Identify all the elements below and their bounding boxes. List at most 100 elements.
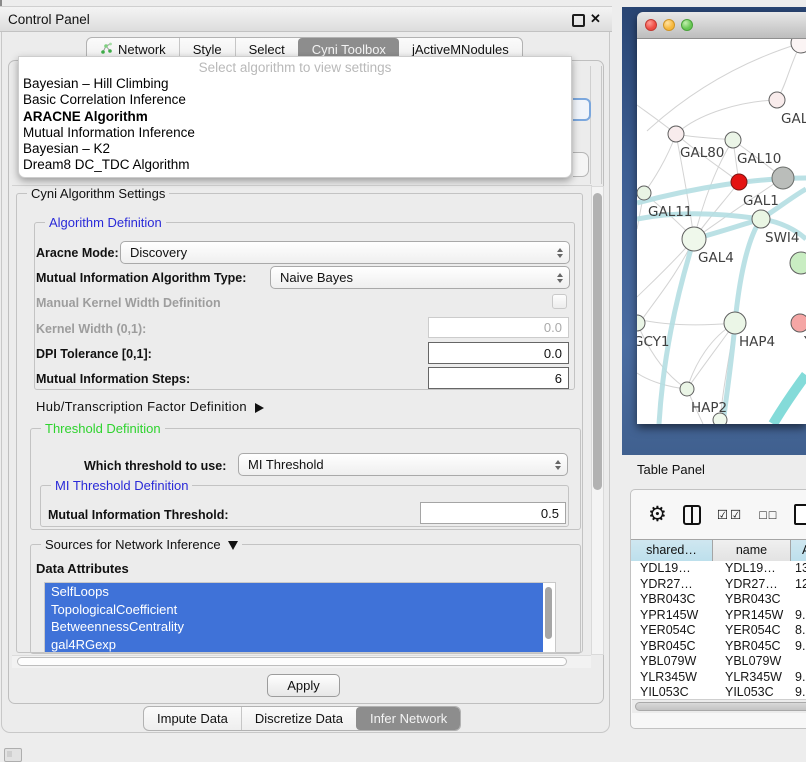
- node-label-gal11: GAL11: [648, 204, 692, 220]
- table-panel-title: Table Panel: [637, 462, 705, 477]
- cell: YPR145W: [713, 608, 791, 624]
- cell: YBR045C: [713, 639, 791, 655]
- minimize-window-icon[interactable]: [663, 19, 675, 31]
- table-row[interactable]: YBR043CYBR043C: [631, 592, 806, 608]
- cell: 9.: [791, 639, 806, 655]
- dpi-tolerance-field[interactable]: [428, 342, 569, 364]
- combo-fragment[interactable]: [573, 152, 589, 177]
- table-header-row: shared…nameA: [631, 539, 806, 561]
- aracne-mode-value: Discovery: [121, 245, 551, 260]
- which-threshold-value: MI Threshold: [239, 457, 549, 472]
- network-node[interactable]: [772, 167, 794, 189]
- aracne-mode-select[interactable]: Discovery: [120, 241, 570, 264]
- hub-definition-toggle[interactable]: Hub/Transcription Factor Definition: [36, 399, 264, 414]
- network-node-hap4[interactable]: [724, 312, 746, 334]
- which-threshold-select[interactable]: MI Threshold: [238, 453, 568, 476]
- combo-arrows-icon: [551, 273, 569, 283]
- table-row[interactable]: YER054CYER054C8.: [631, 623, 806, 639]
- algorithm-option-mutual-information-inference[interactable]: Mutual Information Inference: [19, 125, 571, 141]
- group-title: MI Threshold Definition: [51, 478, 192, 493]
- table-row[interactable]: YDL19…YDL19…13: [631, 561, 806, 577]
- tab-impute-data[interactable]: Impute Data: [144, 707, 241, 730]
- node-label-swi4: SWI4: [765, 230, 800, 246]
- select-all-icon[interactable]: [717, 507, 743, 522]
- algorithm-option-aracne-algorithm[interactable]: ARACNE Algorithm: [19, 109, 571, 125]
- tab-discretize-data[interactable]: Discretize Data: [241, 707, 356, 730]
- tab-label: Network: [118, 42, 166, 57]
- mi-steps-label: Mutual Information Steps:: [36, 372, 190, 386]
- zoom-window-icon[interactable]: [681, 19, 693, 31]
- network-node-gal[interactable]: [769, 92, 785, 108]
- network-node-gal1[interactable]: [731, 174, 747, 190]
- algorithm-option-bayesian-hill-climbing[interactable]: Bayesian – Hill Climbing: [19, 76, 571, 92]
- network-node-gal11[interactable]: [637, 186, 651, 200]
- focused-combo-fragment[interactable]: [573, 98, 591, 121]
- column-header-shared[interactable]: shared…: [631, 540, 713, 562]
- divider: [590, 66, 591, 184]
- list-scrollbar[interactable]: [545, 587, 552, 639]
- table-row[interactable]: YBR045CYBR045C9.: [631, 639, 806, 655]
- minimized-panel-icon[interactable]: [4, 748, 22, 762]
- column-header-a[interactable]: A: [791, 540, 806, 562]
- cell: YBR043C: [631, 592, 713, 608]
- bottom-tab-bar: Impute DataDiscretize DataInfer Network: [143, 706, 461, 731]
- attribute-option-topologicalcoefficient[interactable]: TopologicalCoefficient: [45, 601, 543, 619]
- network-node-y[interactable]: [791, 314, 806, 332]
- column-header-name[interactable]: name: [713, 540, 791, 562]
- mi-type-value: Naive Bayes: [271, 270, 551, 285]
- cell: YBR045C: [631, 639, 713, 655]
- cell: YIL053C: [713, 685, 791, 699]
- node-label-hap2: HAP2: [691, 400, 727, 416]
- network-node[interactable]: [791, 39, 806, 53]
- table-row[interactable]: YIL053CYIL053C9.: [631, 685, 806, 699]
- network-window: GALGAL80GAL10GAL1GAL11SWI4GAL4GCY1HAP4YH…: [637, 12, 806, 424]
- algorithm-popup-list: Bayesian – Hill ClimbingBasic Correlatio…: [19, 76, 571, 174]
- scrollbar-thumb[interactable]: [17, 657, 567, 666]
- settings-horizontal-scrollbar[interactable]: [12, 655, 591, 668]
- network-window-titlebar[interactable]: [637, 12, 806, 39]
- tab-label: Cyni Toolbox: [312, 42, 386, 57]
- mi-steps-field[interactable]: [428, 367, 569, 389]
- attribute-option-selfloops[interactable]: SelfLoops: [45, 583, 543, 601]
- deselect-all-icon[interactable]: [759, 508, 778, 522]
- table-horizontal-scrollbar[interactable]: [632, 699, 806, 713]
- network-node[interactable]: [790, 252, 806, 274]
- collapse-arrow-icon: [228, 541, 238, 550]
- network-node-hap2[interactable]: [680, 382, 694, 396]
- network-node-gal80[interactable]: [668, 126, 684, 142]
- cell: YDR27…: [713, 577, 791, 593]
- network-canvas[interactable]: GALGAL80GAL10GAL1GAL11SWI4GAL4GCY1HAP4YH…: [637, 39, 806, 424]
- tab-infer-network[interactable]: Infer Network: [356, 707, 460, 730]
- network-node-gal4[interactable]: [682, 227, 706, 251]
- close-panel-icon[interactable]: [590, 11, 601, 27]
- mi-type-select[interactable]: Naive Bayes: [270, 266, 570, 289]
- mi-threshold-field[interactable]: [420, 502, 566, 524]
- apply-button[interactable]: Apply: [267, 674, 340, 697]
- kernel-width-field[interactable]: [428, 317, 569, 338]
- table-row[interactable]: YBL079WYBL079W: [631, 654, 806, 670]
- float-panel-icon[interactable]: [572, 14, 585, 27]
- tab-label: Select: [249, 42, 285, 57]
- algorithm-option-bayesian-k2[interactable]: Bayesian – K2: [19, 141, 571, 157]
- table-icon[interactable]: [794, 504, 806, 525]
- scrollbar-thumb[interactable]: [593, 193, 602, 490]
- table-row[interactable]: YLR345WYLR345W9.: [631, 670, 806, 686]
- close-window-icon[interactable]: [645, 19, 657, 31]
- table-row[interactable]: YDR27…YDR27…12: [631, 577, 806, 593]
- settings-vertical-scrollbar[interactable]: [591, 186, 604, 655]
- columns-icon[interactable]: [683, 505, 701, 525]
- scrollbar-thumb[interactable]: [635, 702, 806, 711]
- attribute-option-gal4rgexp[interactable]: gal4RGexp: [45, 636, 543, 654]
- network-node-swi4[interactable]: [752, 210, 770, 228]
- algorithm-option-basic-correlation-inference[interactable]: Basic Correlation Inference: [19, 92, 571, 108]
- manual-kernel-label: Manual Kernel Width Definition: [36, 296, 221, 310]
- manual-kernel-checkbox[interactable]: [552, 294, 567, 309]
- algorithm-option-dream8-dc-tdc-algorithm[interactable]: Dream8 DC_TDC Algorithm: [19, 157, 571, 173]
- group-title: Threshold Definition: [41, 421, 165, 436]
- network-node-gal10[interactable]: [725, 132, 741, 148]
- node-label-gal4: GAL4: [698, 250, 734, 266]
- gear-icon[interactable]: [648, 506, 667, 524]
- table-row[interactable]: YPR145WYPR145W9.: [631, 608, 806, 624]
- sources-toggle[interactable]: Sources for Network Inference: [41, 537, 242, 552]
- attribute-option-betweennesscentrality[interactable]: BetweennessCentrality: [45, 618, 543, 636]
